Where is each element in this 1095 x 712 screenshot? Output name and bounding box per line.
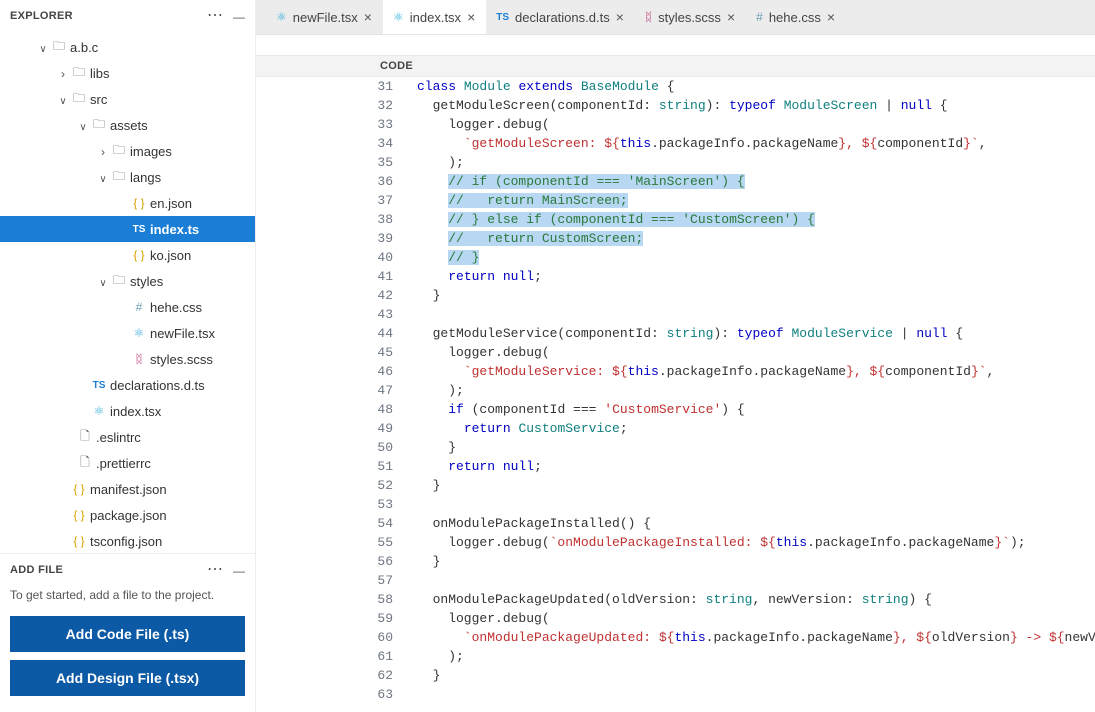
tree-folder-images[interactable]: 🗀images xyxy=(0,138,255,164)
tree-file-eslintrc[interactable]: 🗋.eslintrc xyxy=(0,424,255,450)
sass-icon: ᛥ xyxy=(645,10,652,24)
file-tree[interactable]: 🗀a.b.c 🗀libs 🗀src 🗀assets 🗀images 🗀langs… xyxy=(0,30,255,553)
json-icon: { } xyxy=(130,196,148,210)
hash-icon: # xyxy=(130,300,148,314)
folder-icon: 🗀 xyxy=(70,89,88,110)
file-icon: 🗋 xyxy=(76,427,94,448)
tree-file-declarations[interactable]: TSdeclarations.d.ts xyxy=(0,372,255,398)
tree-file-hehe-css[interactable]: #hehe.css xyxy=(0,294,255,320)
code-lines[interactable]: class Module extends BaseModule { getMod… xyxy=(411,77,1095,712)
tab-hehe-css[interactable]: # hehe.css × xyxy=(746,0,846,34)
tree-file-index-tsx[interactable]: ⚛index.tsx xyxy=(0,398,255,424)
sass-icon: ᛥ xyxy=(130,352,148,366)
tree-file-ko-json[interactable]: { }ko.json xyxy=(0,242,255,268)
tree-file-manifest[interactable]: { }manifest.json xyxy=(0,476,255,502)
add-code-file-button[interactable]: Add Code File (.ts) xyxy=(10,616,245,652)
tree-file-tsconfig[interactable]: { }tsconfig.json xyxy=(0,528,255,553)
tab-declarations-d-ts[interactable]: TS declarations.d.ts × xyxy=(486,0,635,34)
add-file-title: ADD FILE xyxy=(10,564,63,576)
explorer-more-icon[interactable] xyxy=(207,8,223,24)
tab-label: styles.scss xyxy=(658,10,721,25)
folder-icon: 🗀 xyxy=(110,271,128,292)
addfile-more-icon[interactable] xyxy=(207,562,223,578)
hash-icon: # xyxy=(756,10,763,24)
editor-area: ⚛ newFile.tsx × ⚛ index.tsx × TS declarations.d… xyxy=(256,0,1095,712)
react-icon: ⚛ xyxy=(276,10,287,24)
react-icon: ⚛ xyxy=(130,326,148,340)
tree-folder-langs[interactable]: 🗀langs xyxy=(0,164,255,190)
json-icon: { } xyxy=(70,534,88,548)
addfile-collapse-icon[interactable] xyxy=(233,563,245,578)
tree-file-newfile-tsx[interactable]: ⚛newFile.tsx xyxy=(0,320,255,346)
tree-file-index-ts[interactable]: TSindex.ts xyxy=(0,216,255,242)
tab-label: newFile.tsx xyxy=(293,10,358,25)
tab-styles-scss[interactable]: ᛥ styles.scss × xyxy=(635,0,746,34)
react-icon: ⚛ xyxy=(90,404,108,418)
explorer-collapse-icon[interactable] xyxy=(233,9,245,24)
explorer-title: EXPLORER xyxy=(10,10,73,22)
ts-icon: TS xyxy=(130,224,148,235)
tab-label: hehe.css xyxy=(769,10,821,25)
tree-folder-assets[interactable]: 🗀assets xyxy=(0,112,255,138)
code-section-header: CODE xyxy=(256,55,1095,77)
close-icon[interactable]: × xyxy=(727,9,735,25)
close-icon[interactable]: × xyxy=(467,9,475,25)
ts-icon: TS xyxy=(90,380,108,391)
tab-newFile-tsx[interactable]: ⚛ newFile.tsx × xyxy=(266,0,383,34)
fold-margin[interactable] xyxy=(256,77,361,712)
folder-icon: 🗀 xyxy=(90,115,108,136)
tree-file-package[interactable]: { }package.json xyxy=(0,502,255,528)
json-icon: { } xyxy=(70,508,88,522)
tree-folder-root[interactable]: 🗀a.b.c xyxy=(0,34,255,60)
react-icon: ⚛ xyxy=(393,10,404,24)
line-gutter: 3132333435363738394041424344454647484950… xyxy=(361,77,411,712)
explorer-header: EXPLORER xyxy=(0,0,255,30)
json-icon: { } xyxy=(70,482,88,496)
folder-icon: 🗀 xyxy=(70,63,88,84)
tree-folder-libs[interactable]: 🗀libs xyxy=(0,60,255,86)
add-file-hint: To get started, add a file to the projec… xyxy=(10,588,245,602)
folder-icon: 🗀 xyxy=(110,141,128,162)
close-icon[interactable]: × xyxy=(364,9,372,25)
code-editor[interactable]: 3132333435363738394041424344454647484950… xyxy=(256,77,1095,712)
tree-file-prettierrc[interactable]: 🗋.prettierrc xyxy=(0,450,255,476)
json-icon: { } xyxy=(130,248,148,262)
tree-folder-src[interactable]: 🗀src xyxy=(0,86,255,112)
tab-label: declarations.d.ts xyxy=(515,10,610,25)
file-icon: 🗋 xyxy=(76,453,94,474)
tab-index-tsx[interactable]: ⚛ index.tsx × xyxy=(383,0,486,34)
add-file-panel: ADD FILE To get started, add a file to t… xyxy=(0,553,255,712)
add-design-file-button[interactable]: Add Design File (.tsx) xyxy=(10,660,245,696)
folder-icon: 🗀 xyxy=(110,167,128,188)
close-icon[interactable]: × xyxy=(616,9,624,25)
folder-icon: 🗀 xyxy=(50,37,68,58)
tree-file-styles-scss[interactable]: ᛥstyles.scss xyxy=(0,346,255,372)
tab-label: index.tsx xyxy=(410,10,461,25)
close-icon[interactable]: × xyxy=(827,9,835,25)
tree-file-en-json[interactable]: { }en.json xyxy=(0,190,255,216)
tree-folder-styles[interactable]: 🗀styles xyxy=(0,268,255,294)
ts-icon: TS xyxy=(496,12,509,23)
sidebar: EXPLORER 🗀a.b.c 🗀libs 🗀src 🗀assets 🗀imag… xyxy=(0,0,256,712)
tab-bar: ⚛ newFile.tsx × ⚛ index.tsx × TS declarations.d… xyxy=(256,0,1095,35)
